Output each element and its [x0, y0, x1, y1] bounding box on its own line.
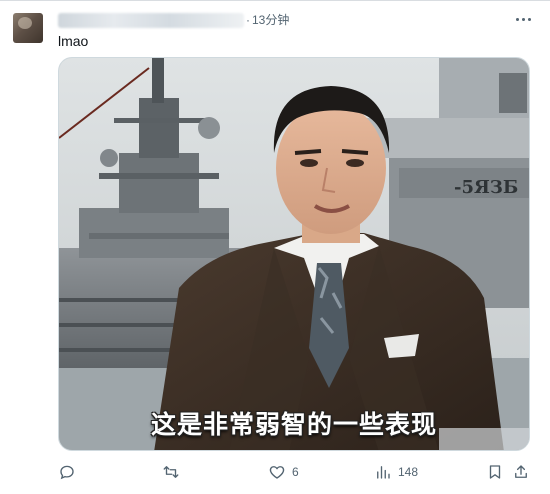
avatar[interactable]: [13, 13, 43, 43]
news-anchor-photo: -5ЯЗБ: [59, 58, 529, 450]
retweet-icon: [163, 466, 179, 478]
reply-icon: [60, 465, 74, 480]
more-options-button[interactable]: [514, 11, 534, 27]
pocket-square: [384, 334, 419, 358]
post-timestamp[interactable]: · 13分钟: [246, 11, 289, 28]
share-button[interactable]: [512, 461, 530, 483]
views-count: 148: [398, 465, 419, 479]
hull-number: -5ЯЗБ: [454, 177, 518, 198]
bookmark-button[interactable]: [486, 461, 504, 483]
views-button[interactable]: 148: [374, 461, 418, 483]
bookmark-icon: [489, 465, 501, 479]
post-text: lmao: [58, 33, 89, 49]
share-icon: [515, 465, 527, 478]
more-dot: [516, 18, 519, 21]
tweet[interactable]: · 13分钟 lmao -5ЯЗБ 这是非常弱智的一些表现 6 148: [0, 0, 550, 494]
timestamp-text: 13分钟: [252, 13, 290, 27]
face: [276, 102, 386, 234]
time-separator: ·: [246, 13, 250, 27]
author-name-redacted[interactable]: [58, 13, 244, 28]
action-bar: 6 148: [58, 461, 530, 483]
views-icon: [377, 466, 390, 479]
like-count: 6: [292, 465, 299, 479]
heart-icon: [269, 466, 285, 479]
more-dot: [528, 18, 531, 21]
more-dot: [522, 18, 525, 21]
like-button[interactable]: 6: [268, 461, 299, 483]
reply-button[interactable]: [58, 461, 82, 483]
video-subtitle: 这是非常弱智的一些表现: [150, 410, 437, 439]
post-image[interactable]: -5ЯЗБ 这是非常弱智的一些表现: [58, 57, 530, 451]
retweet-button[interactable]: [162, 461, 186, 483]
